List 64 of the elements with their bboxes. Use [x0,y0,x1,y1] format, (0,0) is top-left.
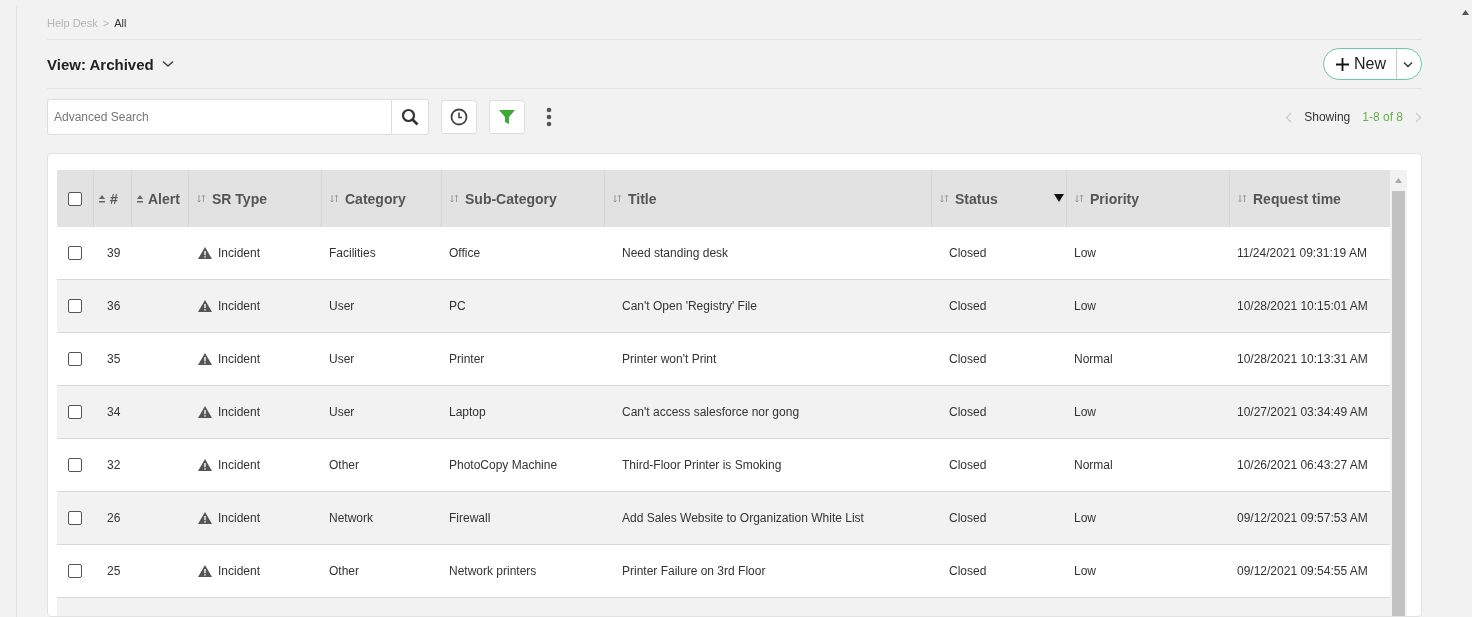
table-cell: 36 [107,299,121,313]
table-cell: 09/12/2021 09:57:53 AM [1237,511,1368,525]
table-cell: 32 [107,458,121,472]
search-field[interactable]: Advanced Search [47,99,391,135]
table-cell: Other [329,564,359,578]
table-cell: 11/24/2021 09:31:19 AM [1237,246,1367,260]
table-cell: 10/28/2021 10:15:01 AM [1237,299,1368,313]
table-cell: Closed [949,246,987,260]
table-cell: Other [329,458,359,472]
table-cell: Low [1074,299,1096,313]
table-cell: Add Sales Website to Organization White List [622,511,864,525]
table-cell: Incident [218,564,261,578]
breadcrumb-separator: > [102,16,110,29]
table-cell: Third-Floor Printer is Smoking [622,458,782,472]
table-cell: Laptop [449,405,486,419]
table-cell: 09/12/2021 09:54:55 AM [1237,564,1368,578]
table-cell: Closed [949,511,987,525]
table-cell: Can't access salesforce nor gong [622,405,800,419]
table-cell: Network printers [449,564,537,578]
table-cell: 34 [107,405,121,419]
table-cell: User [329,299,355,313]
table-cell: Low [1074,246,1096,260]
table-cell: Can't Open 'Registry' File [622,299,757,313]
table-cell: Office [449,246,481,260]
table-cell: Normal [1074,458,1113,472]
pager-range: 1-8 of 8 [1362,110,1403,124]
table-cell: 10/28/2021 10:13:31 AM [1237,352,1368,366]
table-cell: Incident [218,352,261,366]
table-cell: Facilities [329,246,376,260]
breadcrumb-current: All [114,16,127,29]
table-cell: Incident [218,511,261,525]
table-cell: Incident [218,405,261,419]
table-cell: Need standing desk [622,246,729,260]
table-cell: 35 [107,352,121,366]
table-cell: Low [1074,564,1096,578]
pager-label: Showing [1304,110,1351,124]
table-cell: 10/26/2021 06:43:27 AM [1237,458,1368,472]
table-cell: 39 [107,246,121,260]
table-cell: Closed [949,352,987,366]
table-cell: Closed [949,564,987,578]
table-cell: 25 [107,564,121,578]
table-cell: Printer Failure on 3rd Floor [622,564,766,578]
table-cell: Incident [218,246,261,260]
table-cell: Printer [449,352,485,366]
table-cell: User [329,405,355,419]
table-cell: 10/27/2021 03:34:49 AM [1237,405,1368,419]
new-button[interactable]: New [1324,49,1397,79]
table-cell: PC [449,299,466,313]
table-cell: Low [1074,511,1096,525]
table-cell: Closed [949,405,987,419]
table-cell: Network [329,511,373,525]
table-cell: Firewall [449,511,491,525]
table-cell: Incident [218,458,261,472]
table-cell: 26 [107,511,121,525]
column-header[interactable]: Status [931,170,1066,227]
table-cell: User [329,352,355,366]
table-cell: Closed [949,458,987,472]
table-cell: Closed [949,299,987,313]
table-cell: Normal [1074,352,1113,366]
table-cell: Low [1074,405,1096,419]
view-selector[interactable]: View: Archived [47,55,174,73]
table-cell: Incident [218,299,261,313]
table-cell: Printer won't Print [622,352,717,366]
table-cell: PhotoCopy Machine [449,458,558,472]
